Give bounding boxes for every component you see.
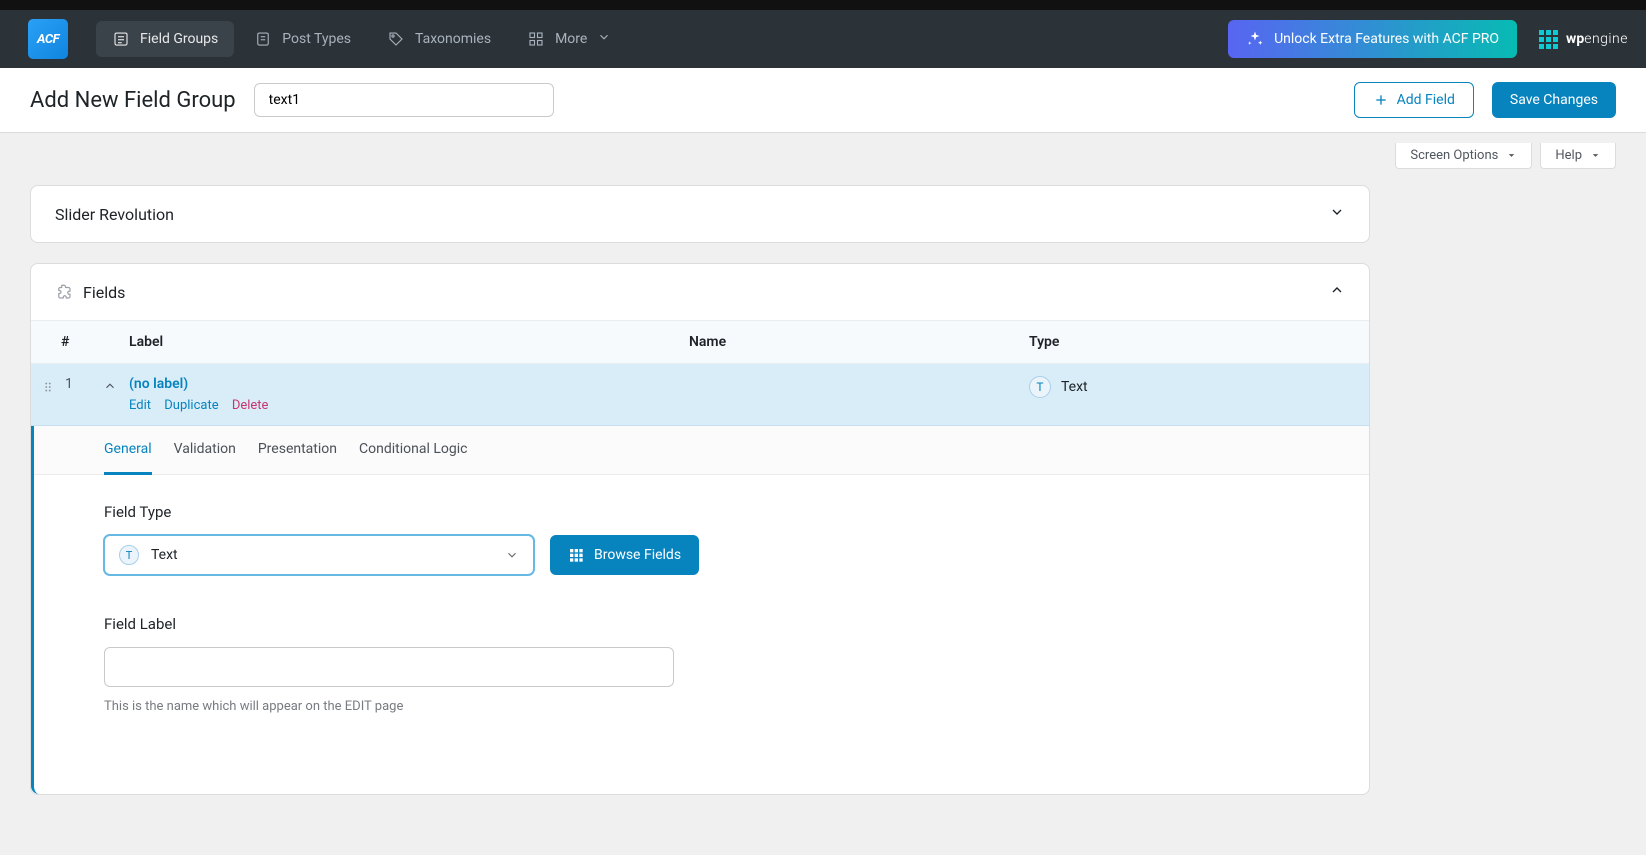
row-type-label: Text xyxy=(1061,379,1088,395)
field-type-value: Text xyxy=(151,547,178,563)
add-field-button[interactable]: Add Field xyxy=(1354,82,1474,118)
caret-down-icon xyxy=(1506,150,1517,161)
sparkle-icon xyxy=(1246,30,1264,48)
chevron-up-icon xyxy=(1329,282,1345,302)
field-label-link[interactable]: (no label) xyxy=(129,376,188,392)
col-name: Name xyxy=(689,334,1029,350)
tab-general[interactable]: General xyxy=(104,426,152,475)
help-tab[interactable]: Help xyxy=(1540,143,1616,169)
nav-item-label: Post Types xyxy=(282,31,351,47)
field-type-label: Field Type xyxy=(104,503,804,521)
plus-icon xyxy=(1373,92,1389,108)
puzzle-icon xyxy=(55,283,73,301)
document-icon xyxy=(254,30,272,48)
action-delete[interactable]: Delete xyxy=(232,398,269,413)
wpengine-logo: wpengine xyxy=(1539,30,1628,49)
type-letter-icon: T xyxy=(119,545,139,565)
nav-more[interactable]: More xyxy=(511,21,627,57)
group-title-input[interactable] xyxy=(254,83,554,117)
field-type-select[interactable]: T Text xyxy=(104,535,534,575)
metabox-title: Slider Revolution xyxy=(55,205,174,224)
setting-field-type: Field Type T Text Browse Fields xyxy=(104,503,804,575)
setting-field-label: Field Label This is the name which will … xyxy=(104,615,804,714)
grid-icon xyxy=(527,30,545,48)
caret-down-icon xyxy=(1590,150,1601,161)
add-field-label: Add Field xyxy=(1397,92,1455,108)
screen-options-tab[interactable]: Screen Options xyxy=(1395,143,1532,169)
fields-table-head: # Label Name Type xyxy=(31,320,1369,364)
chevron-down-icon xyxy=(505,548,519,562)
action-edit[interactable]: Edit xyxy=(129,398,151,413)
acf-logo: ACF xyxy=(28,19,68,59)
tab-conditional-logic[interactable]: Conditional Logic xyxy=(359,426,467,474)
header-bar: Add New Field Group Add Field Save Chang… xyxy=(0,68,1646,133)
field-label-input[interactable] xyxy=(104,647,674,687)
drag-handle[interactable] xyxy=(31,376,65,394)
chevron-up-icon xyxy=(103,379,117,393)
field-row: 1 (no label) Edit Duplicate Delete T Tex… xyxy=(31,364,1369,426)
field-label-helper: This is the name which will appear on th… xyxy=(104,699,804,714)
nav-post-types[interactable]: Post Types xyxy=(238,21,367,57)
wpengine-mark-icon xyxy=(1539,30,1558,49)
nav-item-label: Taxonomies xyxy=(415,31,491,47)
action-duplicate[interactable]: Duplicate xyxy=(164,398,218,413)
field-edit-panel: General Validation Presentation Conditio… xyxy=(31,426,1369,794)
tag-icon xyxy=(387,30,405,48)
row-type: T Text xyxy=(1029,376,1369,398)
field-settings: Field Type T Text Browse Fields xyxy=(34,475,1369,794)
nav-taxonomies[interactable]: Taxonomies xyxy=(371,21,507,57)
tab-presentation[interactable]: Presentation xyxy=(258,426,337,474)
edit-tabs: General Validation Presentation Conditio… xyxy=(34,426,1369,475)
top-nav: ACF Field Groups Post Types Taxonomies M… xyxy=(0,0,1646,68)
fields-toggle[interactable]: Fields xyxy=(31,264,1369,320)
col-type: Type xyxy=(1029,334,1369,350)
row-collapse[interactable] xyxy=(91,376,129,393)
unlock-pro-button[interactable]: Unlock Extra Features with ACF PRO xyxy=(1228,20,1517,58)
col-label: Label xyxy=(121,334,689,350)
page-title: Add New Field Group xyxy=(30,88,236,113)
row-index: 1 xyxy=(65,376,91,392)
browse-fields-button[interactable]: Browse Fields xyxy=(550,535,699,575)
col-num: # xyxy=(31,334,121,350)
screen-options-row: Screen Options Help xyxy=(0,133,1646,179)
drag-icon xyxy=(41,380,55,394)
help-label: Help xyxy=(1555,148,1582,163)
row-actions: Edit Duplicate Delete xyxy=(129,398,689,413)
list-icon xyxy=(112,30,130,48)
type-letter-icon: T xyxy=(1029,376,1051,398)
field-label-label: Field Label xyxy=(104,615,804,633)
wpengine-engine: engine xyxy=(1584,31,1628,47)
slider-revolution-metabox: Slider Revolution xyxy=(30,185,1370,243)
browse-fields-label: Browse Fields xyxy=(594,547,681,563)
screen-options-label: Screen Options xyxy=(1410,148,1498,163)
nav-items: Field Groups Post Types Taxonomies More xyxy=(96,21,1228,57)
content-area: Slider Revolution Fields # Label Name Ty… xyxy=(0,179,1400,855)
fields-metabox: Fields # Label Name Type 1 (no label) Ed… xyxy=(30,263,1370,795)
chevron-down-icon xyxy=(1329,204,1345,224)
nav-item-label: Field Groups xyxy=(140,31,218,47)
wpengine-wp: wp xyxy=(1566,31,1584,47)
grid-icon xyxy=(568,547,584,563)
save-changes-button[interactable]: Save Changes xyxy=(1492,82,1616,118)
chevron-down-icon xyxy=(597,30,611,48)
metabox-title: Fields xyxy=(83,283,125,302)
tab-validation[interactable]: Validation xyxy=(174,426,236,474)
slider-revolution-toggle[interactable]: Slider Revolution xyxy=(31,186,1369,242)
pro-button-label: Unlock Extra Features with ACF PRO xyxy=(1274,31,1499,47)
nav-item-label: More xyxy=(555,31,587,47)
nav-field-groups[interactable]: Field Groups xyxy=(96,21,234,57)
